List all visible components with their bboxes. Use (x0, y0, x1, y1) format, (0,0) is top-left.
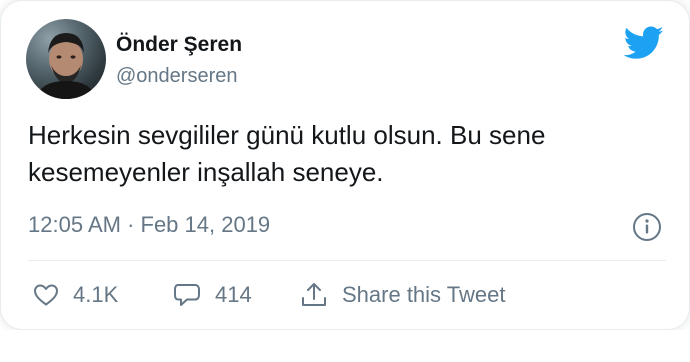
author-handle[interactable]: @onderseren (116, 65, 237, 88)
speech-bubble-icon (174, 284, 200, 306)
twitter-bird-icon[interactable] (624, 26, 664, 60)
tweet-text-line: Herkesin sevgililer günü kutlu olsun. Bu… (28, 120, 546, 150)
share-upload-icon (302, 283, 326, 306)
like-count: 4.1K (73, 282, 119, 307)
avatar-photo (36, 33, 96, 99)
tweet-card: Önder Şeren @onderseren Herkesin sevgili… (0, 0, 690, 330)
like-button[interactable]: 4.1K (33, 280, 118, 310)
avatar[interactable] (26, 19, 106, 99)
info-icon[interactable] (632, 212, 662, 242)
author-name[interactable]: Önder Şeren (116, 33, 242, 57)
tweet-text-line: kesemeyenler inşallah seneye. (28, 157, 384, 187)
tweet-timestamp[interactable]: 12:05 AM · Feb 14, 2019 (28, 212, 270, 238)
share-label: Share this Tweet (342, 282, 506, 307)
reply-count: 414 (215, 282, 252, 307)
divider (28, 260, 666, 261)
reply-button[interactable]: 414 (173, 280, 252, 310)
heart-icon (34, 284, 58, 306)
share-button[interactable]: Share this Tweet (300, 280, 505, 310)
background (0, 330, 690, 362)
tweet-text: Herkesin sevgililer günü kutlu olsun. Bu… (28, 117, 668, 191)
